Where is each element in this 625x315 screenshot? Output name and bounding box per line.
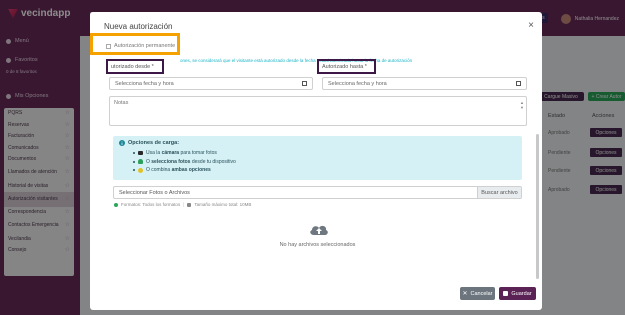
upload-option-select: O selecciona fotos desde tu dispositivo (133, 158, 516, 167)
upload-options-title: Opciones de carga: (128, 140, 180, 146)
option-text: desde tu dispositivo (190, 158, 236, 165)
browse-file-button[interactable]: Buscar archivo (477, 187, 521, 198)
upload-options-info: i Opciones de carga: Usa la cámara para … (113, 136, 522, 180)
calendar-icon[interactable] (302, 81, 307, 86)
option-text: Usa la (146, 150, 162, 156)
option-text: O combina (146, 167, 172, 173)
close-icon[interactable]: × (528, 20, 534, 31)
weight-icon (187, 202, 192, 207)
info-icon: i (119, 140, 125, 146)
notes-textarea[interactable]: Notas ▲ ▼ (109, 96, 527, 126)
formats-text: Formatos: Todos los formatos (121, 202, 181, 207)
option-bold: selecciona fotos (151, 158, 191, 165)
option-bold: ambas opciones (171, 167, 211, 173)
desde-placeholder: Selecciona fecha y hora (115, 80, 174, 87)
notes-placeholder: Notas (114, 100, 129, 106)
resize-grip-icon[interactable]: ▲ ▼ (520, 100, 524, 110)
file-dropzone[interactable]: No hay archivos seleccionados (113, 211, 522, 281)
modal-title: Nueva autorización (104, 22, 173, 31)
save-icon (503, 291, 509, 296)
cancel-button[interactable]: ✕ Cancelar (460, 287, 495, 300)
hasta-datetime-input[interactable]: Selecciona fecha y hora (322, 77, 527, 90)
option-text: para tomar fotos (179, 150, 217, 156)
user-icon (138, 159, 143, 165)
bullet-icon (133, 169, 135, 172)
desde-datetime-input[interactable]: Selecciona fecha y hora (109, 77, 313, 90)
cancel-label: Cancelar (470, 290, 493, 297)
file-input-placeholder: Seleccionar Fotos o Archivos (119, 189, 190, 196)
option-bold: cámara (161, 150, 180, 156)
modal-scrollbar[interactable] (536, 134, 539, 279)
upload-options-header: i Opciones de carga: (119, 140, 516, 146)
bullet-icon (133, 152, 135, 155)
lightbulb-icon (138, 167, 143, 173)
bullet-icon (133, 160, 135, 163)
no-files-text: No hay archivos seleccionados (279, 242, 356, 248)
camera-icon (138, 151, 143, 156)
save-label: Guardar (511, 290, 532, 297)
upload-constraints: Formatos: Todos los formatos | Tamaño má… (114, 202, 251, 207)
permanent-note: ones, se considerará que el visitante es… (180, 58, 413, 63)
desde-label: utorizado desde * (111, 64, 154, 70)
file-input[interactable]: Seleccionar Fotos o Archivos Buscar arch… (113, 186, 522, 199)
hasta-placeholder: Selecciona fecha y hora (328, 80, 387, 87)
max-size-text: Tamaño máximo total: 10MB (194, 202, 252, 207)
cloud-upload-icon (310, 225, 328, 235)
calendar-icon[interactable] (516, 81, 521, 86)
save-button[interactable]: Guardar (499, 287, 536, 300)
check-circle-icon (114, 202, 118, 207)
hasta-label: Autorizado hasta * (322, 64, 367, 70)
close-icon: ✕ (462, 291, 468, 297)
highlight-box-permanent (90, 33, 180, 55)
upload-option-combine: O combina ambas opciones (133, 166, 516, 175)
upload-option-camera: Usa la cámara para tomar fotos (133, 149, 516, 158)
